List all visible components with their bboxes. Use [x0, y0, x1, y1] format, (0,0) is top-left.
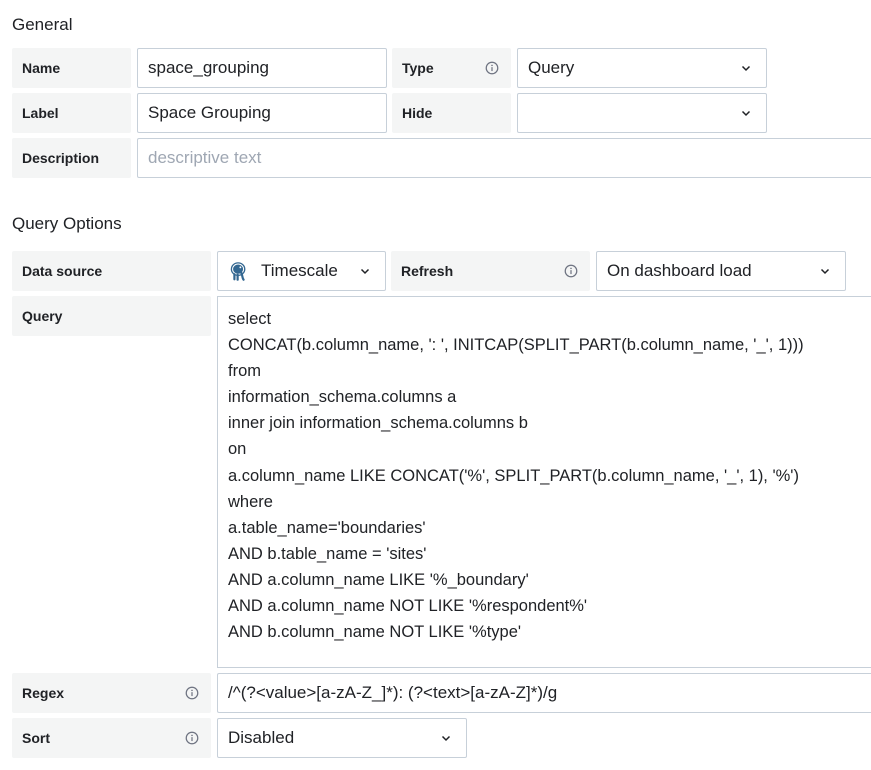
query-line: AND a.column_name NOT LIKE '%respondent%… — [228, 597, 588, 616]
name-input[interactable]: space_grouping — [137, 48, 387, 88]
query-line: where — [228, 492, 273, 511]
info-circle-icon[interactable] — [564, 264, 578, 278]
hide-select[interactable] — [517, 93, 767, 133]
query-line: AND a.column_name LIKE '%_boundary' — [228, 570, 529, 589]
description-label-text: Description — [22, 150, 100, 166]
regex-input[interactable]: /^(?<value>[a-zA-Z_]*): (?<text>[a-zA-Z]… — [217, 673, 871, 713]
query-line: from — [228, 362, 261, 381]
info-circle-icon[interactable] — [485, 61, 499, 75]
refresh-label-text: Refresh — [401, 263, 454, 279]
type-select[interactable]: Query — [517, 48, 767, 88]
query-label-text: Query — [22, 308, 63, 324]
chevron-down-icon — [820, 268, 830, 275]
query-editor[interactable]: select CONCAT(b.column_name, ': ', INITCA… — [217, 296, 871, 668]
sort-label-text: Sort — [22, 730, 50, 746]
name-input-value: space_grouping — [148, 58, 269, 77]
info-circle-icon[interactable] — [185, 731, 199, 745]
query-line: a.table_name='boundaries' — [228, 518, 426, 537]
datasource-label: Data source — [12, 251, 211, 291]
label-input-value: Space Grouping — [148, 103, 271, 122]
description-input[interactable]: descriptive text — [137, 138, 871, 178]
label-input[interactable]: Space Grouping — [137, 93, 387, 133]
chevron-down-icon — [360, 268, 370, 275]
name-label-text: Name — [22, 60, 61, 76]
section-title-query-options: Query Options — [12, 214, 122, 233]
postgres-elephant-icon — [230, 262, 246, 281]
query-label: Query — [12, 296, 211, 336]
datasource-value: Timescale — [261, 261, 338, 280]
sort-select[interactable]: Disabled — [217, 718, 467, 758]
type-label: Type — [392, 48, 511, 88]
hide-label: Hide — [392, 93, 511, 133]
query-line: information_schema.columns a — [228, 388, 457, 407]
description-label: Description — [12, 138, 131, 178]
info-circle-icon[interactable] — [185, 686, 199, 700]
sort-select-value: Disabled — [228, 728, 295, 747]
query-line: select — [228, 310, 272, 328]
regex-label: Regex — [12, 673, 211, 713]
refresh-select-value: On dashboard load — [607, 261, 752, 280]
query-line: AND b.column_name NOT LIKE '%type' — [228, 623, 522, 642]
type-label-text: Type — [402, 60, 434, 76]
query-line: on — [228, 440, 247, 459]
datasource-label-text: Data source — [22, 263, 103, 279]
label-label: Label — [12, 93, 131, 133]
refresh-select[interactable]: On dashboard load — [596, 251, 846, 291]
query-line: AND b.table_name = 'sites' — [228, 544, 427, 563]
query-line: CONCAT(b.column_name, ': ', INITCAP(SPLI… — [228, 336, 804, 355]
type-select-value: Query — [528, 58, 575, 77]
description-placeholder: descriptive text — [148, 148, 262, 167]
chevron-down-icon — [741, 110, 751, 117]
regex-label-text: Regex — [22, 685, 65, 701]
hide-label-text: Hide — [402, 105, 433, 121]
label-label-text: Label — [22, 105, 59, 121]
chevron-down-icon — [741, 65, 751, 72]
query-line: a.column_name LIKE CONCAT('%', SPLIT_PAR… — [228, 466, 799, 485]
section-title-general: General — [12, 15, 73, 34]
datasource-picker[interactable]: Timescale — [217, 251, 386, 291]
chevron-down-icon — [441, 735, 451, 742]
query-line: inner join information_schema.columns b — [228, 414, 528, 433]
sort-label: Sort — [12, 718, 211, 758]
regex-input-value: /^(?<value>[a-zA-Z_]*): (?<text>[a-zA-Z]… — [228, 683, 558, 702]
name-label: Name — [12, 48, 131, 88]
refresh-label: Refresh — [391, 251, 590, 291]
